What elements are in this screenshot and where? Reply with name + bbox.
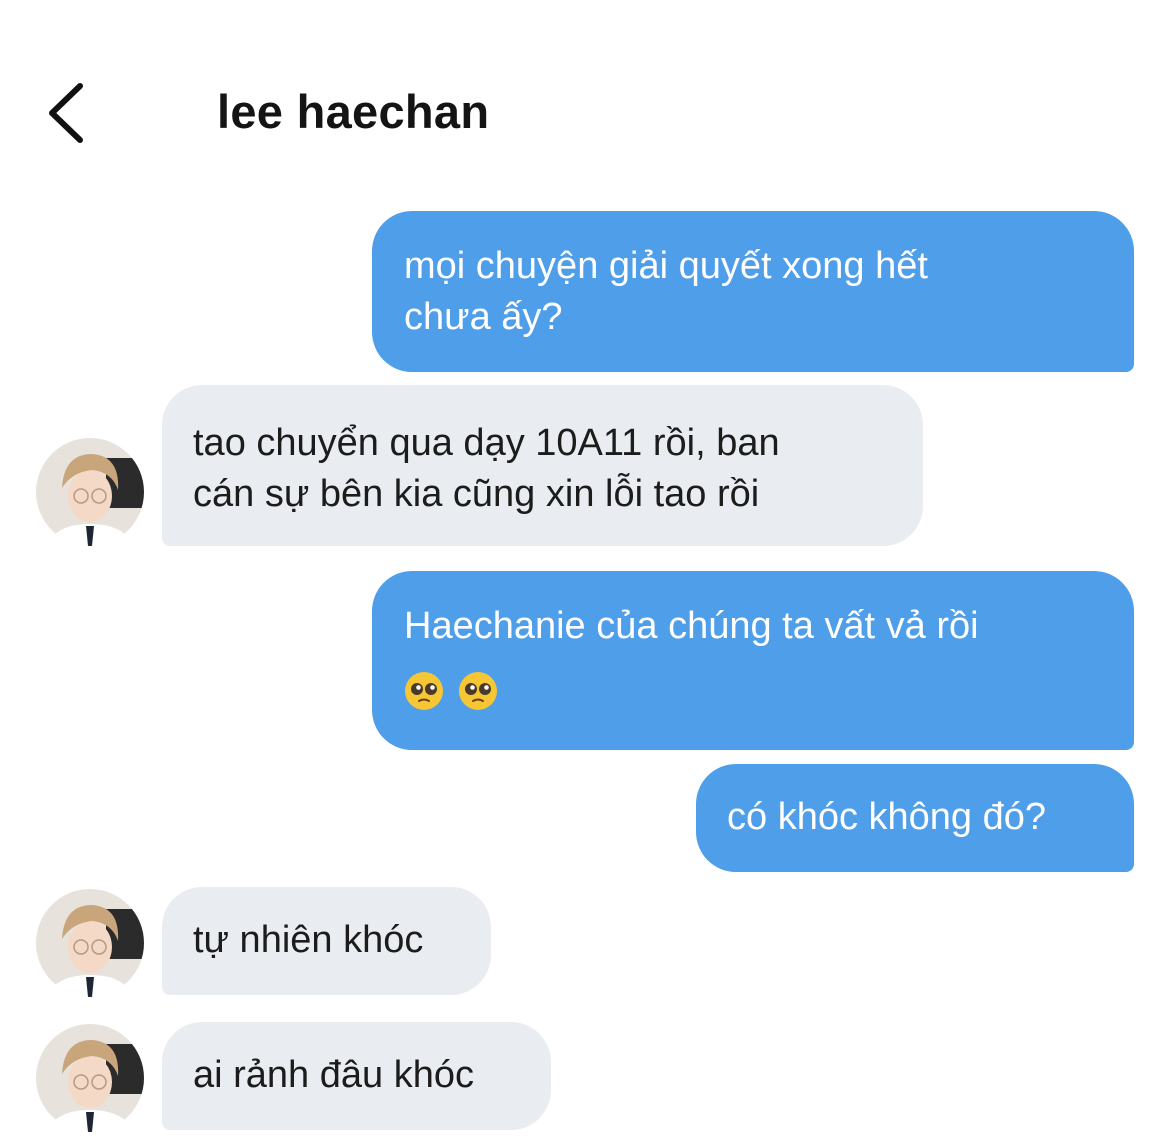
message-bubble-incoming[interactable]: tự nhiên khóc: [162, 887, 491, 995]
emoji-row: [404, 664, 1102, 715]
message-bubble-outgoing[interactable]: Haechanie của chúng ta vất vả rồi: [372, 571, 1134, 750]
back-button[interactable]: [38, 78, 98, 148]
message-text: mọi chuyện giải quyết xong hết chưa ấy?: [404, 245, 928, 338]
message-text: ai rảnh đâu khóc: [193, 1054, 474, 1096]
avatar-photo: [36, 889, 144, 997]
message-bubble-incoming[interactable]: tao chuyển qua dạy 10A11 rồi, ban cán sự…: [162, 385, 923, 546]
chat-screen: lee haechan mọi chuyện giải quyết xong h…: [0, 0, 1169, 1144]
pleading-face-emoji: [405, 671, 443, 710]
pleading-face-emoji: [459, 671, 497, 710]
message-bubble-incoming[interactable]: ai rảnh đâu khóc: [162, 1022, 551, 1130]
contact-avatar[interactable]: [36, 438, 144, 546]
contact-avatar[interactable]: [36, 889, 144, 997]
message-text: Haechanie của chúng ta vất vả rồi: [404, 605, 979, 647]
message-bubble-outgoing[interactable]: có khóc không đó?: [696, 764, 1134, 872]
message-text: có khóc không đó?: [727, 796, 1047, 838]
contact-avatar[interactable]: [36, 1024, 144, 1132]
avatar-photo: [36, 1024, 144, 1132]
message-bubble-outgoing[interactable]: mọi chuyện giải quyết xong hết chưa ấy?: [372, 211, 1134, 372]
message-text: tự nhiên khóc: [193, 919, 424, 961]
contact-name[interactable]: lee haechan: [217, 84, 489, 139]
chevron-left-icon: [49, 83, 83, 143]
avatar-photo: [36, 438, 144, 546]
chat-header: lee haechan: [0, 0, 1169, 180]
message-text: tao chuyển qua dạy 10A11 rồi, ban cán sự…: [193, 422, 780, 515]
